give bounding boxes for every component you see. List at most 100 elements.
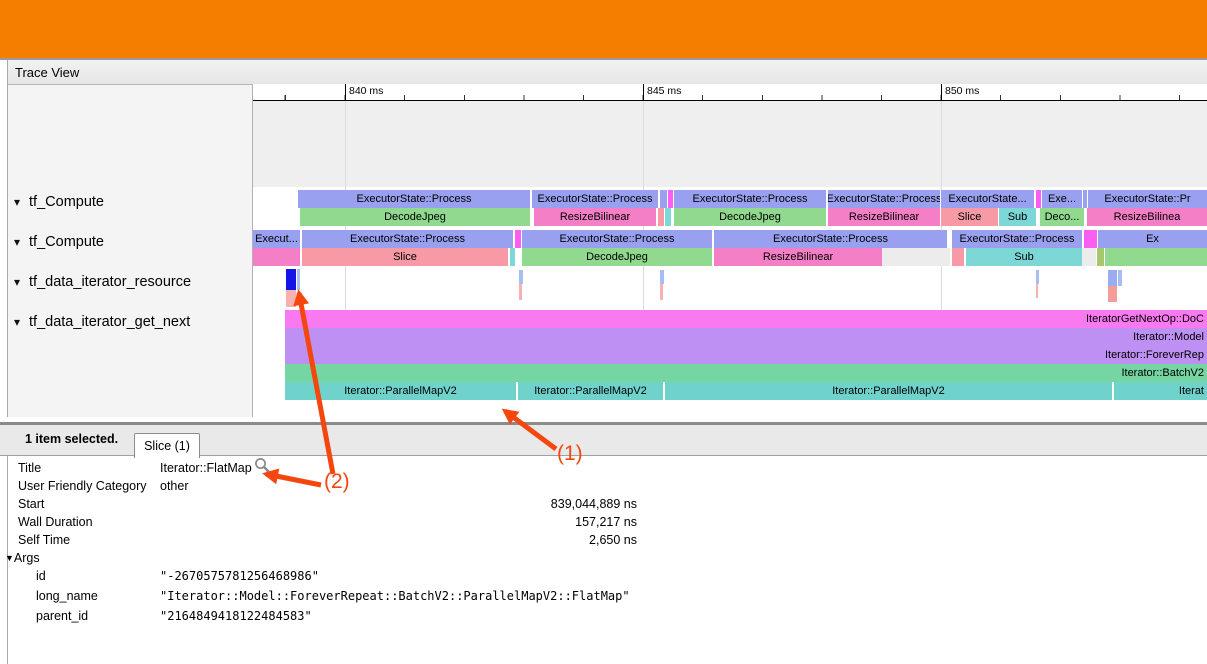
analysis-body: Title Iterator::FlatMap User Friendly Ca… bbox=[8, 456, 1207, 664]
args-label: Args bbox=[14, 551, 40, 565]
trace-slice-iteratorgetnextop-doc[interactable]: IteratorGetNextOp::DoC bbox=[285, 310, 1207, 328]
wall-duration-value: 157,217 ns bbox=[160, 514, 637, 530]
timeline-canvas[interactable]: 840 ms 845 ms 850 ms ExecutorState::Proces… bbox=[253, 84, 1207, 417]
trace-slice[interactable] bbox=[286, 290, 296, 307]
track-tf_data_iterator_resource[interactable]: ▾ tf_data_iterator_resource bbox=[14, 273, 191, 291]
selection-status: 1 item selected. bbox=[25, 432, 118, 446]
trace-slice-resizebilinear[interactable]: ResizeBilinear bbox=[714, 248, 882, 266]
trace-slice[interactable] bbox=[1097, 248, 1104, 266]
trace-slice-resizebilinear[interactable]: ResizeBilinear bbox=[534, 208, 656, 226]
trace-slice-resizebilinear[interactable]: ResizeBilinear bbox=[828, 208, 940, 226]
trace-slice-executorstate-process[interactable]: ExecutorState::Process bbox=[298, 190, 530, 208]
magnifier-icon[interactable] bbox=[254, 457, 271, 474]
trace-slice-exe-[interactable]: Exe... bbox=[1042, 190, 1082, 208]
trace-slice-executorstate-process[interactable]: ExecutorState::Process bbox=[302, 230, 513, 248]
trace-slice[interactable] bbox=[519, 284, 522, 300]
collapse-triangle-icon[interactable]: ▾ bbox=[14, 233, 20, 251]
trace-slice[interactable] bbox=[253, 248, 300, 266]
trace-slice-ex[interactable]: Ex bbox=[1098, 230, 1207, 248]
trace-slice-executorstate-process[interactable]: ExecutorState::Process bbox=[952, 230, 1082, 248]
ruler-minor-ticks bbox=[253, 95, 1207, 100]
trace-slice[interactable] bbox=[952, 248, 964, 266]
trace-slice-slice[interactable]: Slice bbox=[941, 208, 998, 226]
trace-slice[interactable] bbox=[1036, 270, 1039, 284]
collapse-triangle-icon[interactable]: ▾ bbox=[14, 313, 20, 331]
ruler-major-tick: 845 ms bbox=[643, 84, 644, 100]
trace-slice-slice[interactable]: Slice bbox=[302, 248, 508, 266]
track-tf_Compute[interactable]: ▾ tf_Compute bbox=[14, 193, 104, 211]
trace-slice-iterat[interactable]: Iterat bbox=[1114, 382, 1207, 400]
trace-slice-sub[interactable]: Sub bbox=[966, 248, 1082, 266]
time-ruler: 840 ms 845 ms 850 ms bbox=[253, 84, 1207, 101]
trace-slice-iterator-model[interactable]: Iterator::Model bbox=[285, 328, 1207, 346]
trace-slice[interactable] bbox=[882, 248, 950, 266]
trace-slice[interactable] bbox=[297, 269, 300, 290]
collapse-triangle-icon[interactable]: ▾ bbox=[14, 273, 20, 291]
arg-parent-id-value: "2164849418122484583" bbox=[160, 608, 312, 624]
trace-slice[interactable] bbox=[665, 208, 671, 226]
trace-view-header: Trace View bbox=[7, 60, 1207, 85]
start-label: Start bbox=[18, 496, 44, 512]
track-label: tf_data_iterator_resource bbox=[29, 274, 191, 290]
ruler-tick-label: 845 ms bbox=[647, 85, 681, 97]
trace-slice-executorstate-process[interactable]: ExecutorState::Process bbox=[532, 190, 658, 208]
trace-slice-deco-[interactable]: Deco... bbox=[1040, 208, 1084, 226]
trace-slice-executorstate-pr[interactable]: ExecutorState::Pr bbox=[1088, 190, 1207, 208]
trace-slice-executorstate-process[interactable]: ExecutorState::Process bbox=[828, 190, 940, 208]
trace-slice-executorstate-process[interactable]: ExecutorState::Process bbox=[674, 190, 826, 208]
arg-parent-id-key: parent_id bbox=[36, 608, 88, 624]
trace-slice[interactable] bbox=[1084, 230, 1097, 248]
trace-slice[interactable] bbox=[658, 208, 664, 226]
args-collapse-triangle-icon[interactable]: ▼ bbox=[5, 553, 14, 563]
trace-slice[interactable] bbox=[1118, 270, 1122, 286]
trace-viewer-page: Trace View ▾tf_Compute▾tf_Compute▾tf_dat… bbox=[0, 0, 1207, 664]
trace-slice-sub[interactable]: Sub bbox=[999, 208, 1036, 226]
trace-slice-iterator-parallelmapv2[interactable]: Iterator::ParallelMapV2 bbox=[518, 382, 663, 400]
track-tf_Compute[interactable]: ▾tf_Compute bbox=[14, 233, 104, 251]
trace-slice-executorstate-process[interactable]: ExecutorState::Process bbox=[714, 230, 947, 248]
trace-slice-decodejpeg[interactable]: DecodeJpeg bbox=[522, 248, 712, 266]
track-label: tf_Compute bbox=[29, 194, 104, 210]
trace-slice-execut-[interactable]: Execut... bbox=[253, 230, 300, 248]
top-banner bbox=[0, 0, 1207, 58]
ruler-tick-label: 840 ms bbox=[349, 85, 383, 97]
trace-slice[interactable] bbox=[1083, 190, 1087, 208]
panel-splitter[interactable] bbox=[0, 417, 1207, 425]
trace-slice[interactable] bbox=[519, 270, 523, 284]
trace-slice[interactable] bbox=[1105, 248, 1207, 266]
category-label: User Friendly Category bbox=[18, 478, 147, 494]
trace-slice-executorstate-process[interactable]: ExecutorState::Process bbox=[522, 230, 712, 248]
trace-slice-resizebilinea[interactable]: ResizeBilinea bbox=[1087, 208, 1207, 226]
track-label: tf_data_iterator_get_next bbox=[29, 314, 190, 330]
track-tf_data_iterator_get_next[interactable]: ▾ tf_data_iterator_get_next bbox=[14, 313, 190, 331]
ruler-tick-label: 850 ms bbox=[945, 85, 979, 97]
wall-duration-label: Wall Duration bbox=[18, 514, 93, 530]
trace-slice[interactable] bbox=[660, 284, 663, 300]
arg-long-name-value: "Iterator::Model::ForeverRepeat::BatchV2… bbox=[160, 588, 630, 604]
trace-slice-decodejpeg[interactable]: DecodeJpeg bbox=[674, 208, 826, 226]
trace-slice-iterator-batchv2[interactable]: Iterator::BatchV2 bbox=[285, 364, 1207, 382]
trace-slice-decodejpeg[interactable]: DecodeJpeg bbox=[300, 208, 530, 226]
trace-slice-iterator-parallelmapv2[interactable]: Iterator::ParallelMapV2 bbox=[665, 382, 1112, 400]
trace-slice[interactable] bbox=[286, 269, 296, 290]
arg-long-name-key: long_name bbox=[36, 588, 98, 604]
arg-id-value: "-2670575781256468986" bbox=[160, 568, 319, 584]
trace-slice[interactable] bbox=[1108, 286, 1117, 302]
track-label-panel: ▾tf_Compute▾tf_Compute▾tf_data_iterator_… bbox=[8, 85, 252, 417]
trace-slice[interactable] bbox=[515, 230, 521, 248]
trace-slice[interactable] bbox=[1108, 270, 1117, 286]
title-value: Iterator::FlatMap bbox=[160, 460, 252, 476]
tab-slice[interactable]: Slice (1) bbox=[134, 433, 200, 458]
trace-slice[interactable] bbox=[660, 190, 667, 208]
trace-slice[interactable] bbox=[510, 248, 515, 266]
trace-slice[interactable] bbox=[660, 270, 664, 284]
trace-slice[interactable] bbox=[1082, 248, 1096, 266]
trace-slice[interactable] bbox=[668, 190, 673, 208]
trace-slice[interactable] bbox=[1036, 284, 1038, 298]
trace-slice-iterator-parallelmapv2[interactable]: Iterator::ParallelMapV2 bbox=[285, 382, 516, 400]
trace-slice-executorstate-[interactable]: ExecutorState... bbox=[941, 190, 1034, 208]
self-time-value: 2,650 ns bbox=[160, 532, 637, 548]
trace-slice[interactable] bbox=[1036, 190, 1041, 208]
collapse-triangle-icon[interactable]: ▾ bbox=[14, 193, 20, 211]
trace-slice-iterator-foreverrep[interactable]: Iterator::ForeverRep bbox=[285, 346, 1207, 364]
